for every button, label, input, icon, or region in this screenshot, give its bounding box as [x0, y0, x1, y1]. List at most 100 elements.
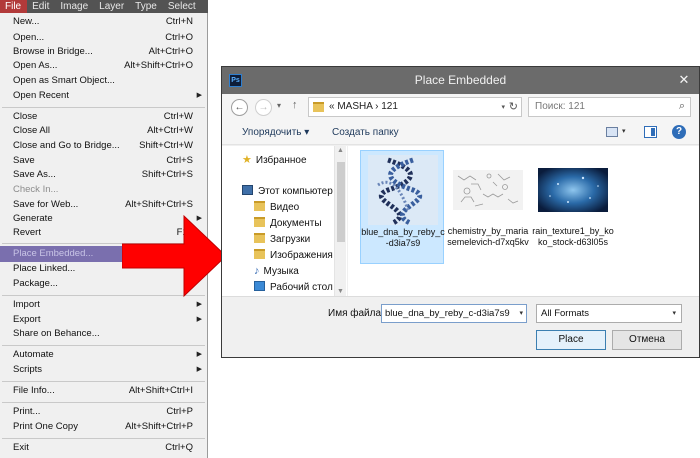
filename-value: blue_dna_by_reby_c-d3ia7s9 [385, 308, 510, 319]
chevron-down-icon[interactable]: ▾ [519, 305, 523, 322]
menu-item-label: File Info... [13, 385, 55, 396]
menu-item-print[interactable]: Print... Ctrl+P [0, 404, 207, 420]
menu-item-share-behance[interactable]: Share on Behance... [0, 326, 207, 342]
back-button[interactable]: ← [231, 99, 248, 116]
file-item[interactable]: blue_dna_by_reby_c-d3ia7s9 [360, 150, 445, 264]
menu-item-label: Close All [13, 125, 50, 136]
menu-item-label: Print... [13, 406, 41, 417]
format-select[interactable]: All Formats ▾ [536, 304, 682, 323]
file-list: blue_dna_by_reby_c-d3ia7s9 chemistry_by_… [348, 146, 699, 296]
menu-item-label: Place Linked... [13, 263, 76, 274]
menu-divider [2, 438, 205, 439]
new-folder-button[interactable]: Создать папку [332, 127, 399, 138]
tree-item-label: Этот компьютер [258, 186, 333, 197]
menu-item-label: Scripts [13, 364, 43, 375]
chevron-down-icon[interactable]: ▾ [501, 103, 505, 111]
menu-item-automate[interactable]: Automate ▶ [0, 347, 207, 363]
navigation-pane: ★ Избранное Этот компьютер Видео Документ… [222, 146, 347, 296]
dialog-titlebar: Ps Place Embedded ✕ [222, 67, 699, 94]
menu-item-shortcut: Ctrl+Q [165, 442, 193, 453]
tree-item-downloads[interactable]: Загрузки [254, 233, 310, 245]
menu-item-open-smart-object[interactable]: Open as Smart Object... [0, 73, 207, 89]
folder-icon [313, 102, 324, 112]
menu-item-label: Check In... [13, 184, 59, 195]
menu-item-shortcut: Alt+Shift+Ctrl+I [128, 385, 193, 396]
forward-button[interactable]: → [255, 99, 272, 116]
menu-item-print-one-copy[interactable]: Print One Copy Alt+Shift+Ctrl+P [0, 419, 207, 435]
menu-item-save-as[interactable]: Save As... Shift+Ctrl+S [0, 167, 207, 183]
menu-item-label: Import [13, 299, 40, 310]
menu-item-label: Share on Behance... [13, 328, 100, 339]
menu-file[interactable]: File [0, 0, 28, 13]
up-button[interactable]: ↑ [292, 99, 298, 111]
menu-item-scripts[interactable]: Scripts ▶ [0, 362, 207, 378]
refresh-icon[interactable]: ↻ [509, 100, 518, 113]
view-icon[interactable] [606, 127, 618, 137]
folder-icon [254, 233, 265, 243]
menu-divider [2, 345, 205, 346]
menu-item-open-as[interactable]: Open As... Alt+Shift+Ctrl+O [0, 58, 207, 74]
menu-item-file-info[interactable]: File Info... Alt+Shift+Ctrl+I [0, 383, 207, 399]
cancel-button[interactable]: Отмена [612, 330, 682, 350]
tree-item-music[interactable]: ♪ Музыка [254, 265, 299, 277]
menu-item-label: Automate [13, 349, 54, 360]
tree-item-video[interactable]: Видео [254, 201, 299, 213]
tree-item-label: Избранное [255, 155, 307, 166]
place-button[interactable]: Place [536, 330, 606, 350]
menu-item-label: Place Embedded... [13, 248, 94, 259]
desktop-icon [254, 281, 265, 291]
tree-item-favorites[interactable]: ★ Избранное [242, 153, 307, 166]
file-item[interactable]: chemistry_by_mariasemelevich-d7xq5kv [446, 150, 530, 264]
menu-item-close-all[interactable]: Close All Alt+Ctrl+W [0, 123, 207, 139]
tree-item-pictures[interactable]: Изображения [254, 249, 333, 261]
filename-input[interactable]: blue_dna_by_reby_c-d3ia7s9 ▾ [381, 304, 527, 323]
breadcrumb[interactable]: « MASHA › 121 [329, 101, 398, 112]
dialog-toolbar: Упорядочить ▾ Создать папку ▾ ? [222, 121, 699, 145]
scroll-up-icon[interactable]: ▲ [337, 147, 344, 154]
dialog-footer: Имя файла: blue_dna_by_reby_c-d3ia7s9 ▾ … [222, 296, 699, 357]
menu-item-open-recent[interactable]: Open Recent ▶ [0, 88, 207, 104]
help-icon[interactable]: ? [672, 125, 686, 139]
chemistry-thumbnail [453, 170, 523, 210]
menu-layer[interactable]: Layer [94, 0, 130, 13]
menu-item-shortcut: Alt+Shift+Ctrl+O [124, 60, 193, 71]
navigation-scrollbar[interactable]: ▲ ▼ [334, 146, 346, 296]
recent-locations-dropdown[interactable]: ▾ [277, 101, 281, 110]
menu-divider [2, 381, 205, 382]
chevron-down-icon[interactable]: ▾ [622, 127, 626, 135]
tree-item-documents[interactable]: Документы [254, 217, 322, 229]
menu-item-new[interactable]: New... Ctrl+N [0, 14, 207, 30]
submenu-arrow-icon: ▶ [196, 366, 202, 373]
menu-type[interactable]: Type [130, 0, 163, 13]
tree-item-this-pc[interactable]: Этот компьютер [242, 185, 333, 197]
menu-item-shortcut: Alt+Shift+Ctrl+P [125, 421, 193, 432]
tree-item-label: Музыка [263, 266, 299, 277]
computer-icon [242, 185, 253, 195]
menu-item-label: Open Recent [13, 90, 69, 101]
menu-item-label: New... [13, 16, 40, 27]
rain-texture-thumbnail [538, 168, 608, 212]
file-name: rain_texture1_by_koko_stock-d63l05s [532, 226, 614, 247]
organize-button[interactable]: Упорядочить ▾ [242, 127, 309, 138]
filename-label: Имя файла: [328, 308, 384, 319]
submenu-arrow-icon: ▶ [196, 92, 202, 99]
menu-item-check-in: Check In... [0, 182, 207, 198]
address-bar[interactable]: « MASHA › 121 ▾ ↻ [308, 97, 522, 117]
menu-item-exit[interactable]: Exit Ctrl+Q [0, 440, 207, 456]
search-input[interactable]: Поиск: 121 ⌕ [528, 97, 691, 117]
close-button[interactable]: ✕ [675, 72, 693, 88]
menu-item-import[interactable]: Import ▶ [0, 297, 207, 313]
menu-divider [2, 107, 205, 108]
menu-image[interactable]: Image [55, 0, 94, 13]
arrow-up-icon: ↑ [292, 99, 298, 111]
scroll-down-icon[interactable]: ▼ [337, 288, 344, 295]
preview-pane-icon[interactable] [644, 126, 657, 138]
menu-item-shortcut: Shift+Ctrl+S [141, 169, 193, 180]
menu-item-close-go-bridge[interactable]: Close and Go to Bridge... Shift+Ctrl+W [0, 138, 207, 154]
tree-item-label: Загрузки [270, 234, 311, 245]
menu-select[interactable]: Select [163, 0, 202, 13]
menu-edit[interactable]: Edit [27, 0, 55, 13]
scrollbar-thumb[interactable] [337, 162, 345, 242]
file-item[interactable]: rain_texture1_by_koko_stock-d63l05s [531, 150, 615, 264]
tree-item-desktop[interactable]: Рабочий стол [254, 281, 333, 293]
